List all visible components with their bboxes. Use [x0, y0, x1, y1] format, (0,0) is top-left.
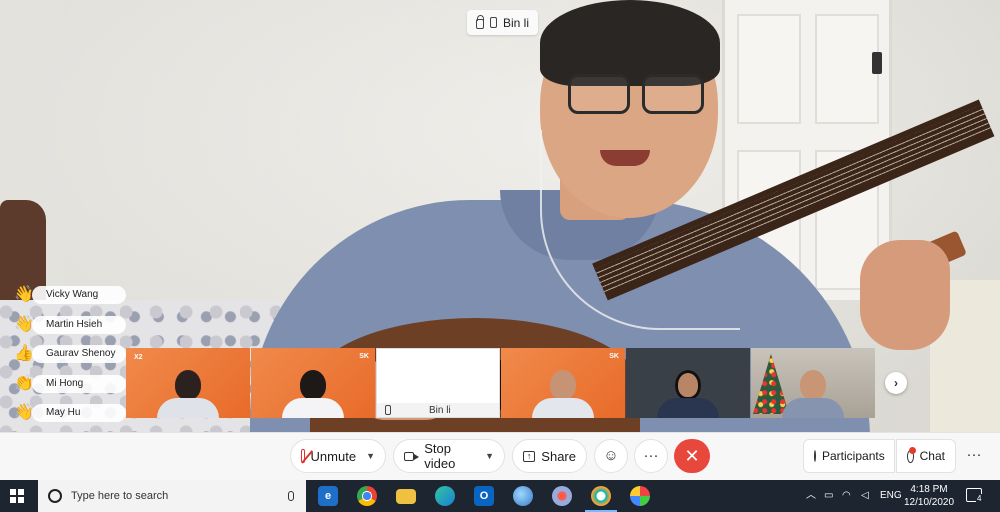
show-hidden-icons[interactable]: ︿	[806, 480, 816, 512]
participant-thumbnail[interactable]: SK	[251, 348, 375, 418]
chat-button[interactable]: Chat	[896, 439, 956, 473]
meeting-controls: Unmute ▼ Stop video ▼ ↑ Share ☺ ··· ✕ Pa…	[0, 432, 1000, 480]
unmute-label: Unmute	[310, 448, 357, 464]
door-hinge	[872, 52, 882, 74]
participant-video	[657, 370, 719, 418]
wave-icon: 👋	[14, 286, 34, 303]
self-view-thumbnail[interactable]: Bin li	[376, 348, 500, 418]
participant-thumbnail[interactable]	[626, 348, 750, 418]
reaction-participant-name: Gaurav Shenoy	[32, 345, 126, 363]
clock-date: 12/10/2020	[904, 497, 955, 508]
taskbar-search-box[interactable]: Type here to search	[38, 480, 306, 512]
reaction-participant-name: May Hu	[32, 404, 126, 422]
more-icon: ···	[643, 447, 659, 464]
reaction-item: 👋 Vicky Wang	[14, 284, 126, 306]
participant-video	[157, 370, 219, 418]
unmute-button[interactable]: Unmute ▼	[290, 439, 386, 473]
participants-icon	[814, 450, 816, 462]
wave-icon: 👋	[14, 315, 34, 333]
share-label: Share	[541, 448, 576, 464]
muted-microphone-icon	[301, 449, 305, 463]
stop-video-button[interactable]: Stop video ▼	[393, 439, 505, 473]
background-logo: SK	[359, 353, 369, 360]
chevron-down-icon[interactable]: ▼	[485, 451, 494, 461]
outlook-icon[interactable]: O	[474, 486, 494, 506]
battery-icon[interactable]: ▭	[824, 480, 833, 512]
search-placeholder: Type here to search	[71, 490, 169, 502]
video-camera-icon	[404, 451, 420, 461]
clap-icon: 👏	[14, 374, 34, 392]
snipping-tool-icon[interactable]	[552, 486, 572, 506]
lock-icon	[476, 14, 484, 29]
participant-thumbnail[interactable]: X2	[126, 348, 250, 418]
active-speaker-label: Bin li	[467, 10, 539, 35]
more-options-button[interactable]: ···	[634, 439, 668, 473]
share-screen-icon: ↑	[523, 450, 536, 462]
reaction-participant-name: Vicky Wang	[32, 286, 126, 304]
windows-start-icon[interactable]	[10, 489, 24, 503]
self-view-name: Bin li	[429, 404, 451, 416]
edge-icon[interactable]	[435, 486, 455, 506]
more-icon: ···	[966, 446, 982, 463]
internet-explorer-icon[interactable]: e	[318, 486, 338, 506]
volume-icon[interactable]: ◁	[861, 480, 869, 512]
wifi-icon[interactable]: ◠	[842, 480, 851, 512]
microphone-icon[interactable]	[288, 491, 294, 501]
file-explorer-icon[interactable]	[396, 489, 416, 504]
notification-count: 4	[976, 494, 983, 503]
chrome-icon[interactable]	[357, 486, 377, 506]
background-logo: SK	[609, 353, 619, 360]
end-meeting-button[interactable]: ✕	[674, 439, 710, 473]
smiley-icon: ☺	[603, 447, 619, 464]
reaction-item: 👋 May Hu	[14, 402, 126, 424]
mobile-device-icon	[490, 17, 497, 28]
participant-video	[782, 370, 844, 418]
participant-thumbnail[interactable]: SK	[501, 348, 625, 418]
thumbs-up-icon: 👍	[14, 345, 34, 362]
reaction-participant-name: Martin Hsieh	[32, 315, 126, 334]
system-clock[interactable]: 4:18 PM 12/10/2020	[904, 483, 954, 509]
participants-label: Participants	[822, 449, 885, 463]
webex-icon[interactable]	[585, 486, 617, 512]
reaction-item: 👏 Mi Hong	[14, 373, 126, 395]
unread-indicator	[908, 446, 916, 454]
participant-thumbnail[interactable]	[751, 348, 875, 418]
participant-video	[282, 370, 344, 418]
speaker-glasses	[568, 74, 708, 116]
reactions-list: 👋 Vicky Wang 👋 Martin Hsieh 👍 Gaurav She…	[14, 284, 126, 432]
participants-button[interactable]: Participants	[803, 439, 895, 473]
active-speaker-name: Bin li	[503, 15, 530, 30]
close-icon: ✕	[684, 446, 700, 466]
cortana-icon	[48, 489, 62, 503]
reaction-item: 👋 Martin Hsieh	[14, 314, 126, 336]
share-button[interactable]: ↑ Share	[512, 439, 587, 473]
chevron-down-icon[interactable]: ▼	[366, 451, 375, 461]
clock-time: 4:18 PM	[910, 484, 948, 495]
paint-icon[interactable]	[630, 486, 650, 506]
participant-video	[532, 370, 594, 418]
speaker-fretting-hand	[860, 240, 950, 350]
reactions-button[interactable]: ☺	[594, 439, 628, 473]
reaction-item: 👍 Gaurav Shenoy	[14, 343, 126, 365]
windows-taskbar: Type here to search e O ︿ ▭ ◠ ◁ ENG 4:18…	[0, 480, 1000, 512]
background-logo: X2	[134, 354, 143, 361]
chat-label: Chat	[919, 449, 945, 463]
next-thumbnails-button[interactable]: ›	[885, 372, 907, 394]
input-language[interactable]: ENG	[880, 480, 902, 512]
stop-video-label: Stop video	[424, 441, 456, 471]
self-view-label: Bin li	[377, 403, 499, 417]
mobile-device-icon	[385, 405, 391, 415]
browser-globe-icon[interactable]	[513, 486, 533, 506]
chat-icon	[907, 446, 916, 463]
reaction-participant-name: Mi Hong	[32, 374, 126, 393]
main-video: Bin li 👋 Vicky Wang 👋 Martin Hsieh 👍 Gau…	[0, 0, 1000, 432]
wave-icon: 👋	[14, 404, 34, 421]
overflow-menu-button[interactable]: ···	[957, 439, 991, 473]
